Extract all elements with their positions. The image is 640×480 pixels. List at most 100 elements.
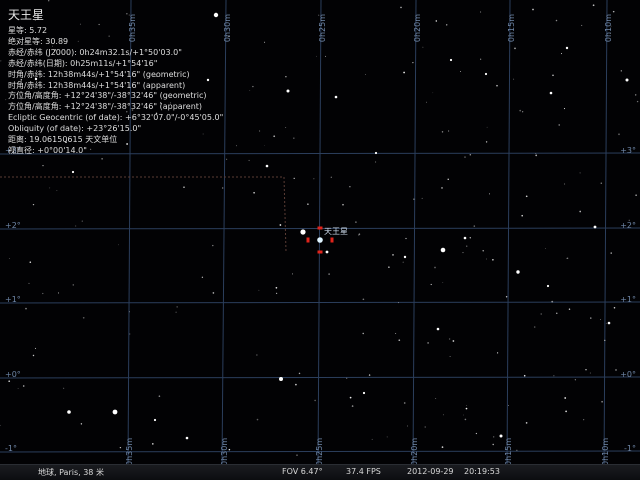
dec-grid-label: +0° — [620, 370, 636, 379]
star — [424, 426, 426, 428]
star — [513, 78, 515, 80]
star — [497, 352, 499, 354]
star — [253, 192, 255, 194]
star — [374, 151, 378, 155]
star — [508, 404, 510, 406]
star — [57, 292, 60, 294]
star — [42, 292, 44, 295]
star — [574, 379, 576, 381]
star — [486, 126, 488, 128]
star — [371, 438, 373, 440]
star — [405, 237, 407, 240]
star — [607, 321, 611, 325]
star — [493, 436, 495, 438]
star — [605, 322, 607, 324]
star — [615, 369, 617, 371]
star — [496, 84, 498, 87]
selected-object-marker[interactable]: 天王星 — [306, 226, 349, 254]
star — [460, 70, 462, 72]
star — [330, 176, 332, 178]
object-marker-label: 天王星 — [324, 227, 348, 236]
star — [492, 443, 494, 446]
star — [462, 252, 464, 254]
star — [342, 203, 344, 206]
star — [441, 131, 444, 133]
star — [583, 419, 585, 421]
star — [436, 327, 440, 331]
star — [313, 178, 315, 180]
star — [489, 193, 490, 195]
info-hour-angle-apparent: 时角/赤纬: 12h38m44s/+1°54'16" (apparent) — [8, 80, 186, 90]
star — [101, 158, 103, 160]
star — [275, 292, 278, 295]
star — [265, 164, 269, 168]
star — [484, 72, 488, 76]
ra-grid-label: 0h15m — [507, 14, 516, 42]
location-status[interactable]: 地球, Paris, 38 米 — [38, 467, 104, 478]
star — [516, 270, 520, 274]
star — [80, 423, 83, 425]
star — [252, 85, 254, 88]
info-az-alt-geometric: 方位角/高度角: +12°24'38"/-38°32'46" (geometri… — [8, 91, 207, 101]
info-apparent-diameter: 视直径: +0°00'14.0" — [8, 145, 87, 155]
star — [264, 144, 265, 146]
star — [273, 135, 276, 138]
star — [464, 156, 466, 158]
object-name: 天王星 — [8, 8, 45, 22]
time-status[interactable]: 20:19:53 — [464, 467, 500, 476]
star — [558, 124, 560, 126]
star — [426, 101, 427, 103]
star — [226, 158, 228, 160]
info-az-alt-apparent: 方位角/高度角: +12°24'38"/-38°32'46" (apparent… — [8, 102, 203, 112]
dec-grid-label: -1° — [624, 444, 636, 453]
star — [183, 186, 185, 188]
star — [235, 145, 238, 147]
star — [249, 90, 251, 91]
star — [212, 244, 214, 247]
star — [355, 221, 357, 224]
star — [34, 347, 37, 349]
star — [521, 214, 523, 217]
status-bar: 地球, Paris, 38 米 FOV 6.47° 37.4 FPS 2012-… — [0, 464, 640, 480]
star — [466, 405, 468, 406]
sky-view[interactable]: 0h35m 0h35m 0h30m 0h30m 0h25m 0h25m 0h20m 0h20m… — [0, 0, 640, 480]
star — [293, 137, 295, 139]
star — [435, 20, 438, 22]
star — [75, 225, 77, 227]
star — [519, 109, 522, 112]
star — [448, 338, 451, 340]
star — [422, 46, 424, 48]
uranus-planet[interactable] — [317, 237, 323, 243]
star — [585, 369, 587, 371]
star — [413, 198, 415, 200]
star — [403, 255, 407, 259]
star — [346, 377, 348, 379]
star — [601, 400, 603, 403]
star — [403, 71, 405, 74]
star — [464, 418, 467, 421]
star — [307, 203, 309, 205]
ra-grid-line — [317, 0, 322, 467]
star — [620, 70, 622, 72]
star — [0, 424, 1, 426]
star — [516, 449, 518, 451]
star — [560, 53, 563, 55]
star — [486, 258, 487, 260]
date-status[interactable]: 2012-09-29 — [407, 467, 454, 476]
dec-grid-line — [0, 301, 640, 304]
star — [636, 100, 639, 103]
star — [248, 159, 250, 162]
star — [49, 187, 51, 189]
star — [525, 195, 528, 198]
star — [463, 414, 464, 416]
star — [296, 454, 298, 456]
star — [549, 91, 553, 95]
star — [565, 410, 567, 413]
ra-grid-label: 0h15m — [504, 438, 513, 466]
star — [442, 282, 444, 284]
star — [129, 333, 131, 335]
star — [185, 436, 189, 440]
star — [358, 233, 361, 235]
star — [300, 229, 306, 235]
star — [175, 311, 177, 313]
